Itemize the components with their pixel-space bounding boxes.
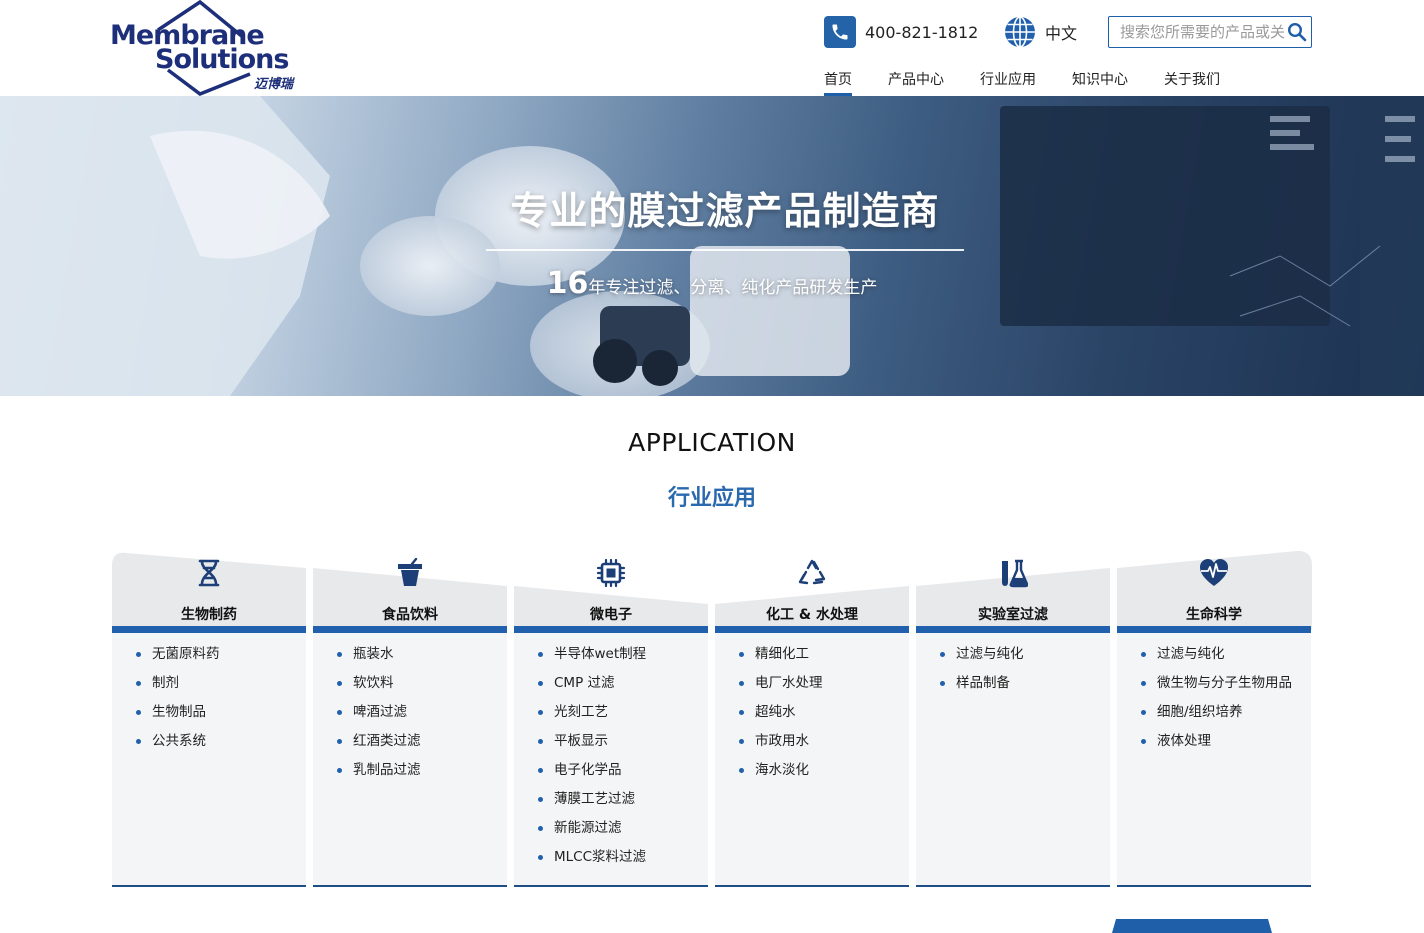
list-item[interactable]: 半导体wet制程 [538, 644, 646, 673]
card-list: 过滤与纯化 样品制备 [940, 644, 1024, 702]
list-item[interactable]: 制剂 [136, 673, 220, 702]
main-nav: 首页 产品中心 行业应用 知识中心 关于我们 [824, 70, 1256, 96]
card-title: 微电子 [590, 607, 632, 623]
banner-lab-image [0, 96, 1424, 396]
list-item[interactable]: 红酒类过滤 [337, 731, 421, 760]
logo-text-cn: 迈博瑞 [254, 77, 294, 92]
language-switch[interactable]: 中文 [1003, 15, 1077, 49]
list-item[interactable]: 细胞/组织培养 [1141, 702, 1292, 731]
card-list: 过滤与纯化 微生物与分子生物用品 细胞/组织培养 液体处理 [1141, 644, 1292, 760]
list-item[interactable]: 过滤与纯化 [1141, 644, 1292, 673]
list-item[interactable]: 新能源过滤 [538, 818, 646, 847]
list-item[interactable]: 生物制品 [136, 702, 220, 731]
card-biopharma[interactable]: 生物制药 无菌原料药 制剂 生物制品 公共系统 [112, 550, 306, 888]
phone-contact[interactable]: 400-821-1812 [824, 16, 978, 48]
dna-icon [198, 559, 220, 587]
card-accent-bar [715, 626, 909, 633]
list-item[interactable]: 电厂水处理 [739, 673, 823, 702]
card-bottom-line [1117, 885, 1311, 887]
section-title-cn: 行业应用 [667, 486, 756, 511]
card-accent-bar [1117, 626, 1311, 633]
card-list: 半导体wet制程 CMP 过滤 光刻工艺 平板显示 电子化学品 薄膜工艺过滤 新… [538, 644, 646, 876]
list-item[interactable]: 海水淡化 [739, 760, 823, 789]
list-item[interactable]: 过滤与纯化 [940, 644, 1024, 673]
card-title: 生命科学 [1186, 607, 1242, 623]
card-bottom-line [916, 885, 1110, 887]
hero-banner: 专业的膜过滤产品制造商 16年专注过滤、分离、纯化产品研发生产 [0, 96, 1424, 396]
card-accent-bar [916, 626, 1110, 633]
list-item[interactable]: 光刻工艺 [538, 702, 646, 731]
list-item[interactable]: 液体处理 [1141, 731, 1292, 760]
list-item[interactable]: 电子化学品 [538, 760, 646, 789]
cup-icon [398, 558, 422, 586]
card-list: 无菌原料药 制剂 生物制品 公共系统 [136, 644, 220, 760]
list-item[interactable]: 超纯水 [739, 702, 823, 731]
list-item[interactable]: MLCC浆料过滤 [538, 847, 646, 876]
card-accent-bar [514, 626, 708, 633]
banner-subtitle: 16年专注过滤、分离、纯化产品研发生产 [0, 266, 1424, 301]
card-list: 精细化工 电厂水处理 超纯水 市政用水 海水淡化 [739, 644, 823, 789]
card-title: 食品饮料 [382, 607, 438, 623]
list-item[interactable]: 微生物与分子生物用品 [1141, 673, 1292, 702]
banner-title: 专业的膜过滤产品制造商 [510, 189, 940, 233]
nav-item-knowledge[interactable]: 知识中心 [1072, 70, 1128, 96]
search-box [1108, 16, 1312, 48]
list-item[interactable]: 无菌原料药 [136, 644, 220, 673]
list-item[interactable]: 薄膜工艺过滤 [538, 789, 646, 818]
card-accent-bar [112, 626, 306, 633]
next-section-tab [1112, 919, 1272, 933]
phone-number: 400-821-1812 [865, 22, 979, 42]
list-item[interactable]: 啤酒过滤 [337, 702, 421, 731]
banner-years: 16 [546, 266, 589, 301]
section-title-en: APPLICATION [628, 428, 796, 457]
card-bottom-line [514, 885, 708, 887]
card-title: 生物制药 [181, 607, 237, 623]
search-icon[interactable] [1287, 22, 1307, 42]
banner-divider [486, 249, 964, 251]
list-item[interactable]: 乳制品过滤 [337, 760, 421, 789]
card-chemical-water[interactable]: 化工 & 水处理 精细化工 电厂水处理 超纯水 市政用水 海水淡化 [715, 550, 909, 888]
lab-flask-icon [1002, 559, 1028, 588]
nav-item-home[interactable]: 首页 [824, 70, 852, 96]
nav-item-applications[interactable]: 行业应用 [980, 70, 1036, 96]
banner-subtitle-text: 年专注过滤、分离、纯化产品研发生产 [588, 278, 878, 298]
list-item[interactable]: 软饮料 [337, 673, 421, 702]
list-item[interactable]: 瓶装水 [337, 644, 421, 673]
list-item[interactable]: 公共系统 [136, 731, 220, 760]
card-microelectronics[interactable]: 微电子 半导体wet制程 CMP 过滤 光刻工艺 平板显示 电子化学品 薄膜工艺… [514, 550, 708, 888]
card-lab-filtration[interactable]: 实验室过滤 过滤与纯化 样品制备 [916, 550, 1110, 888]
phone-icon [824, 16, 856, 48]
chip-icon [596, 558, 626, 588]
card-bottom-line [112, 885, 306, 887]
list-item[interactable]: 样品制备 [940, 673, 1024, 702]
list-item[interactable]: 平板显示 [538, 731, 646, 760]
nav-item-about[interactable]: 关于我们 [1164, 70, 1220, 96]
card-bottom-line [313, 885, 507, 887]
language-label: 中文 [1045, 24, 1078, 43]
card-accent-bar [313, 626, 507, 633]
globe-icon [1005, 16, 1035, 48]
card-life-science[interactable]: 生命科学 过滤与纯化 微生物与分子生物用品 细胞/组织培养 液体处理 [1117, 550, 1312, 888]
heart-pulse-icon [1200, 559, 1228, 586]
nav-item-products[interactable]: 产品中心 [888, 70, 944, 96]
site-logo[interactable]: Membrane Solutions 迈博瑞 [110, 0, 310, 96]
card-title: 化工 & 水处理 [766, 607, 858, 623]
card-food-beverage[interactable]: 食品饮料 瓶装水 软饮料 啤酒过滤 红酒类过滤 乳制品过滤 [313, 550, 507, 888]
list-item[interactable]: CMP 过滤 [538, 673, 646, 702]
recycle-icon [798, 559, 826, 585]
card-list: 瓶装水 软饮料 啤酒过滤 红酒类过滤 乳制品过滤 [337, 644, 421, 789]
card-title: 实验室过滤 [978, 607, 1048, 623]
logo-text-line2: Solutions [155, 44, 289, 75]
search-input[interactable] [1109, 17, 1285, 46]
card-bottom-line [715, 885, 909, 887]
list-item[interactable]: 精细化工 [739, 644, 823, 673]
application-cards: 生物制药 无菌原料药 制剂 生物制品 公共系统 食品饮料 瓶装水 软饮料 啤酒过… [112, 550, 1312, 888]
site-header: Membrane Solutions 迈博瑞 400-821-1812 中文 首… [0, 0, 1424, 96]
list-item[interactable]: 市政用水 [739, 731, 823, 760]
